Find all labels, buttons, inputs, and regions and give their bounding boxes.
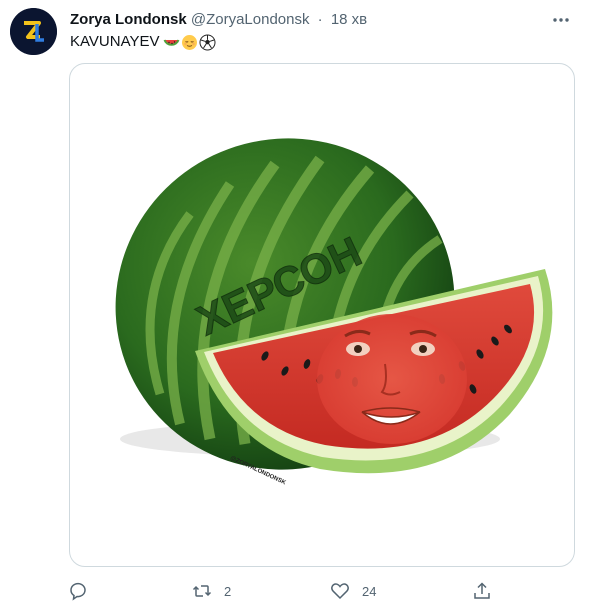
share-icon [474, 582, 490, 599]
reply-icon [70, 582, 86, 601]
like-count: 24 [362, 583, 377, 599]
avatar[interactable] [10, 8, 57, 55]
face [317, 314, 467, 444]
like-button[interactable]: 24 [330, 580, 376, 602]
tweet-text: KAVUNAYEV [70, 32, 216, 52]
retweet-icon [192, 585, 212, 597]
reply-button[interactable] [68, 580, 100, 602]
tweet[interactable]: Zorya Londonsk @ZoryaLondonsk · 18 хв KA… [0, 0, 589, 607]
retweet-button[interactable]: 2 [192, 580, 231, 602]
more-options-icon[interactable] [551, 10, 571, 30]
author-handle[interactable]: @ZoryaLondonsk [191, 11, 310, 28]
relieved-face-emoji-icon [182, 34, 198, 50]
timestamp[interactable]: 18 хв [331, 11, 367, 28]
soccer-ball-emoji-icon [199, 34, 216, 50]
tweet-media-image[interactable]: ХЕРСОН @ZORYALONDONSK [69, 63, 575, 567]
tweet-text-content: KAVUNAYEV [70, 33, 160, 50]
tweet-actions: 2 24 [60, 576, 540, 606]
share-button[interactable] [472, 580, 492, 602]
author-name[interactable]: Zorya Londonsk [70, 11, 187, 28]
tweet-header: Zorya Londonsk @ZoryaLondonsk · 18 хв [70, 10, 579, 30]
retweet-count: 2 [224, 583, 232, 599]
heart-icon [331, 583, 349, 600]
watermelon-emoji-icon [164, 39, 180, 46]
separator: · [317, 11, 323, 28]
tweet-emojis [163, 34, 216, 51]
